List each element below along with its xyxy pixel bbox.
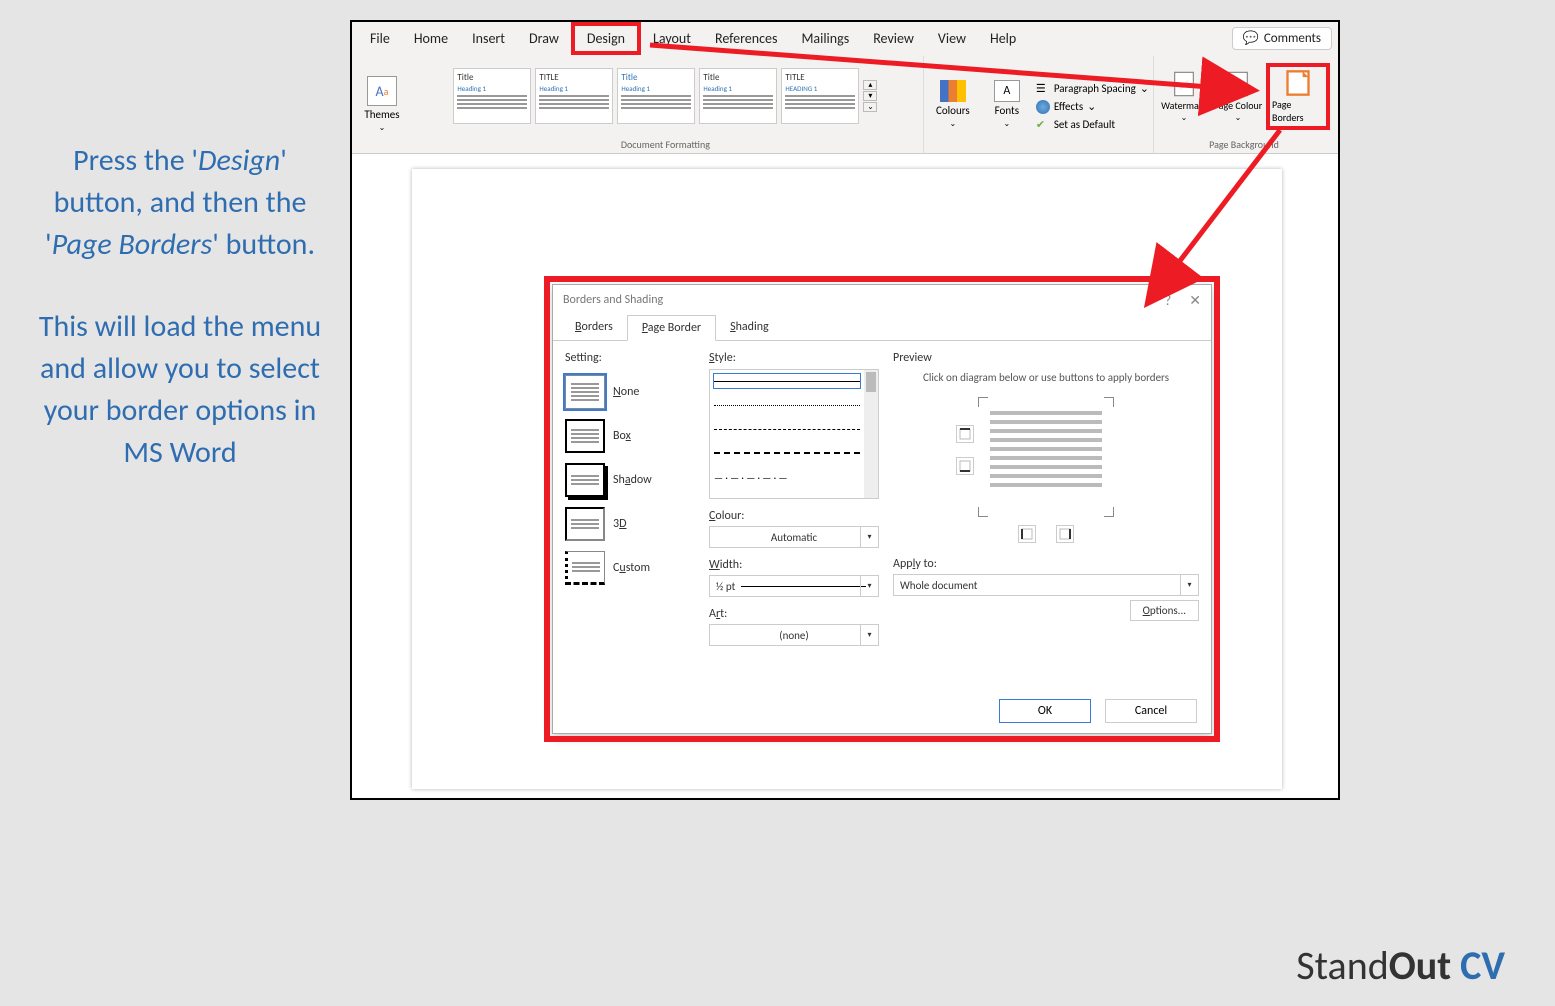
tab-design[interactable]: Design [571, 22, 641, 55]
style-thumb[interactable]: TitleHeading 1 [617, 68, 695, 124]
tab-view[interactable]: View [926, 26, 978, 51]
paragraph-spacing-icon: ☰ [1036, 82, 1050, 96]
art-combo[interactable]: (none)▾ [709, 624, 879, 646]
setting-3d[interactable]: 3D [565, 507, 695, 541]
fonts-button[interactable]: AFonts⌄ [982, 80, 1032, 129]
msword-window: File Home Insert Draw Design Layout Refe… [350, 20, 1340, 800]
preview-hint: Click on diagram below or use buttons to… [893, 371, 1199, 385]
border-right-toggle[interactable] [1056, 525, 1074, 543]
themes-icon: Aa [367, 76, 397, 106]
tab-help[interactable]: Help [978, 26, 1028, 51]
dialog-tabs: Borders Page Border Shading [553, 315, 1211, 341]
tab-mailings[interactable]: Mailings [789, 26, 861, 51]
tab-draw[interactable]: Draw [517, 26, 571, 51]
apply-to-label: Apply to: [893, 557, 1199, 571]
art-label: Art: [709, 607, 879, 621]
style-thumb[interactable]: TitleHeading 1 [699, 68, 777, 124]
border-top-toggle[interactable] [956, 425, 974, 443]
help-button[interactable]: ? [1165, 292, 1172, 309]
effects-button[interactable]: Effects ⌄ [1036, 100, 1149, 114]
options-button[interactable]: Options... [1130, 600, 1199, 621]
preview-diagram[interactable] [956, 397, 1136, 517]
group-label-page-background: Page Background [1209, 136, 1279, 153]
tab-file[interactable]: File [358, 26, 402, 51]
close-button[interactable]: ✕ [1189, 292, 1201, 309]
ok-button[interactable]: OK [999, 699, 1091, 723]
document-area: Borders and Shading ? ✕ Borders Page Bor… [352, 154, 1338, 798]
colour-combo[interactable]: Automatic▾ [709, 526, 879, 548]
ribbon-tabs: File Home Insert Draw Design Layout Refe… [352, 22, 1338, 54]
style-label: Style: [709, 351, 879, 365]
borders-shading-dialog: Borders and Shading ? ✕ Borders Page Bor… [552, 284, 1212, 734]
set-default-button[interactable]: ✔Set as Default [1036, 118, 1149, 132]
tab-layout[interactable]: Layout [641, 26, 703, 51]
apply-to-combo[interactable]: Whole document▾ [893, 574, 1199, 596]
dialog-tab-page-border[interactable]: Page Border [627, 315, 716, 341]
style-gallery-nav[interactable]: ▴▾⌄ [863, 80, 877, 112]
style-scrollbar[interactable] [864, 370, 878, 498]
watermark-icon: ABC [1170, 70, 1198, 98]
comments-button[interactable]: 💬 Comments [1232, 27, 1332, 50]
style-listbox[interactable]: — · — · — · — · — [709, 369, 879, 499]
themes-button[interactable]: Aa Themes ⌄ [360, 76, 404, 133]
dialog-tab-borders[interactable]: Borders [561, 315, 627, 340]
tab-review[interactable]: Review [861, 26, 926, 51]
comment-icon: 💬 [1243, 31, 1259, 46]
setting-shadow[interactable]: Shadow [565, 463, 695, 497]
style-thumb[interactable]: TITLEHEADING 1 [781, 68, 859, 124]
dialog-titlebar: Borders and Shading ? ✕ [553, 285, 1211, 315]
page-colour-button[interactable]: Page Colour⌄ [1212, 70, 1264, 123]
group-label-doc-formatting: Document Formatting [621, 136, 710, 153]
tab-home[interactable]: Home [402, 26, 460, 51]
paragraph-spacing-button[interactable]: ☰Paragraph Spacing ⌄ [1036, 82, 1149, 96]
page-borders-icon [1284, 69, 1312, 97]
colours-button[interactable]: Colours⌄ [928, 80, 978, 129]
setting-none[interactable]: None [565, 375, 695, 409]
page-borders-button[interactable]: Page Borders [1272, 69, 1324, 124]
style-thumb[interactable]: TitleHeading 1 [453, 68, 531, 124]
setting-custom[interactable]: Custom [565, 551, 695, 585]
border-left-toggle[interactable] [1018, 525, 1036, 543]
fonts-icon: A [994, 80, 1020, 102]
preview-label: Preview [893, 351, 1199, 365]
style-thumb[interactable]: TITLEHeading 1 [535, 68, 613, 124]
watermark-button[interactable]: ABC Watermark⌄ [1158, 70, 1210, 123]
tab-insert[interactable]: Insert [460, 26, 517, 51]
check-icon: ✔ [1036, 118, 1050, 132]
width-label: Width: [709, 558, 879, 572]
instruction-panel: Press the 'Design' button, and then the … [30, 140, 330, 474]
tab-references[interactable]: References [703, 26, 789, 51]
cancel-button[interactable]: Cancel [1105, 699, 1197, 723]
border-bottom-toggle[interactable] [956, 457, 974, 475]
width-combo[interactable]: ½ pt▾ [709, 575, 879, 597]
page-colour-icon [1224, 70, 1252, 98]
dialog-tab-shading[interactable]: Shading [716, 315, 783, 340]
setting-label: Setting: [565, 351, 695, 365]
ribbon: Aa Themes ⌄ TitleHeading 1 TITLEHeading … [352, 54, 1338, 154]
colour-label: Colour: [709, 509, 879, 523]
standoutcv-logo: StandOut CV [1296, 941, 1505, 990]
effects-icon [1036, 100, 1050, 114]
colours-icon [940, 80, 966, 102]
setting-box[interactable]: Box [565, 419, 695, 453]
